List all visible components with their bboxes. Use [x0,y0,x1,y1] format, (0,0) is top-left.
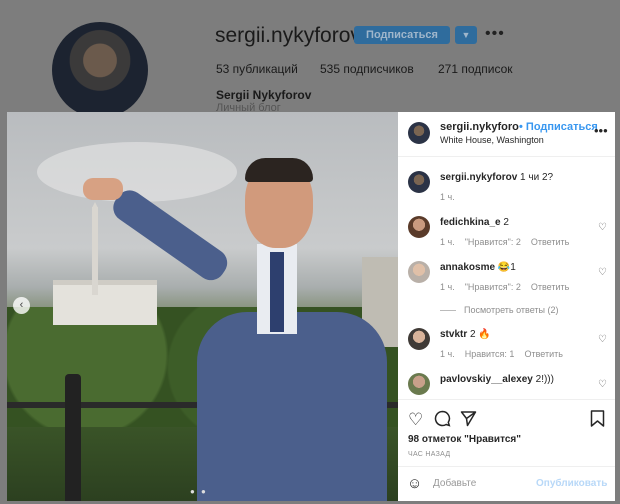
caption-line: sergii.nykyforov 1 чи 2? [440,172,553,183]
comment-time: 1 ч. [440,349,455,359]
comment-line: stvktr 2 🔥 [440,329,491,340]
publish-button[interactable]: Опубликовать [536,478,607,489]
comment-likes[interactable]: Нравится: 1 [465,349,515,359]
comment-user[interactable]: pavlovskiy__alexey [440,374,533,385]
emoji-icon[interactable]: ☺ [407,475,422,492]
reply-link[interactable]: Ответить [531,282,569,292]
post-header: sergii.nykyforo • Подписаться White Hous… [398,112,615,157]
man-body [197,312,387,501]
man-tie [270,252,284,332]
comment-line: annakosme 😂1 [440,262,516,273]
washington-monument [92,207,98,295]
comment-avatar[interactable] [408,216,430,238]
post-location[interactable]: White House, Washington [440,135,544,145]
caption-author[interactable]: sergii.nykyforov [440,172,517,183]
bookmark-icon[interactable] [590,410,605,432]
man-hand [83,178,123,200]
author-avatar[interactable] [408,122,430,144]
heart-icon[interactable]: ♡ [598,222,607,233]
more-horizontal-icon[interactable]: ••• [485,25,505,43]
following-count[interactable]: 271 подписок [438,62,513,76]
heart-icon[interactable]: ♡ [598,334,607,345]
profile-full-name: Sergii Nykyforov [216,88,312,102]
comment-meta: 1 ч. Нравится: 1 Ответить [440,349,563,359]
likes-count[interactable]: 98 отметок "Нравится" [408,434,521,445]
comment-text: 2!))) [535,374,554,385]
comment-text: 😂1 [497,262,516,273]
comment-likes[interactable]: "Нравится": 2 [465,282,521,292]
more-horizontal-icon[interactable]: ••• [594,123,608,138]
reply-link[interactable]: Ответить [531,237,569,247]
comment-avatar[interactable] [408,261,430,283]
reply-divider [440,310,456,312]
posts-count[interactable]: 53 публикаций [216,62,298,76]
post-time: ЧАС НАЗАД [408,451,451,458]
comment-user[interactable]: fedichkina_e [440,217,501,228]
carousel-dots: ● ● [190,487,208,496]
action-bar: ♡ 98 отметок "Нравится" ЧАС НАЗАД ☺ Доба… [398,399,615,500]
share-icon[interactable] [460,410,477,432]
comment-meta: 1 ч. "Нравится": 2 Ответить [440,237,569,247]
post-panel: sergii.nykyforo • Подписаться White Hous… [398,112,615,501]
comment-user[interactable]: stvktr [440,329,467,340]
comment-input[interactable]: Добавьте [433,478,476,489]
chevron-left-icon[interactable]: ‹ [13,297,30,314]
white-house [53,285,157,325]
followers-count[interactable]: 535 подписчиков [320,62,414,76]
follow-link[interactable]: • Подписаться [519,121,598,133]
comment-icon[interactable] [434,410,451,432]
heart-icon[interactable]: ♡ [598,379,607,390]
rail-post [65,374,81,501]
add-comment-row: ☺ Добавьте Опубликовать [398,466,615,501]
man-hair [245,158,313,182]
profile-username: sergii.nykyforov [215,24,361,47]
comment-likes[interactable]: "Нравится": 2 [465,237,521,247]
profile-avatar[interactable] [52,22,148,118]
comment-line: fedichkina_e 2 [440,217,509,228]
caption-avatar[interactable] [408,171,430,193]
heart-icon[interactable]: ♡ [408,410,423,430]
view-replies[interactable]: Посмотреть ответы (2) [440,305,559,315]
comment-avatar[interactable] [408,328,430,350]
comment-meta: 1 ч. "Нравится": 2 Ответить [440,282,569,292]
comment-user[interactable]: annakosme [440,262,495,273]
post-author[interactable]: sergii.nykyforo [440,121,519,133]
comment-line: pavlovskiy__alexey 2!))) [440,374,554,385]
comment-avatar[interactable] [408,373,430,395]
post-photo[interactable] [7,112,398,501]
comment-text: 2 🔥 [470,329,491,340]
caption-time: 1 ч. [440,192,455,202]
comment-time: 1 ч. [440,237,455,247]
comment-text: 2 [503,217,509,228]
comment-time: 1 ч. [440,282,455,292]
reply-link[interactable]: Ответить [524,349,562,359]
caption-text: 1 чи 2? [520,172,554,183]
view-replies-label[interactable]: Посмотреть ответы (2) [464,305,559,315]
heart-icon[interactable]: ♡ [598,267,607,278]
follow-button[interactable]: Подписаться [354,26,450,44]
chevron-down-icon[interactable]: ▼ [455,26,477,44]
